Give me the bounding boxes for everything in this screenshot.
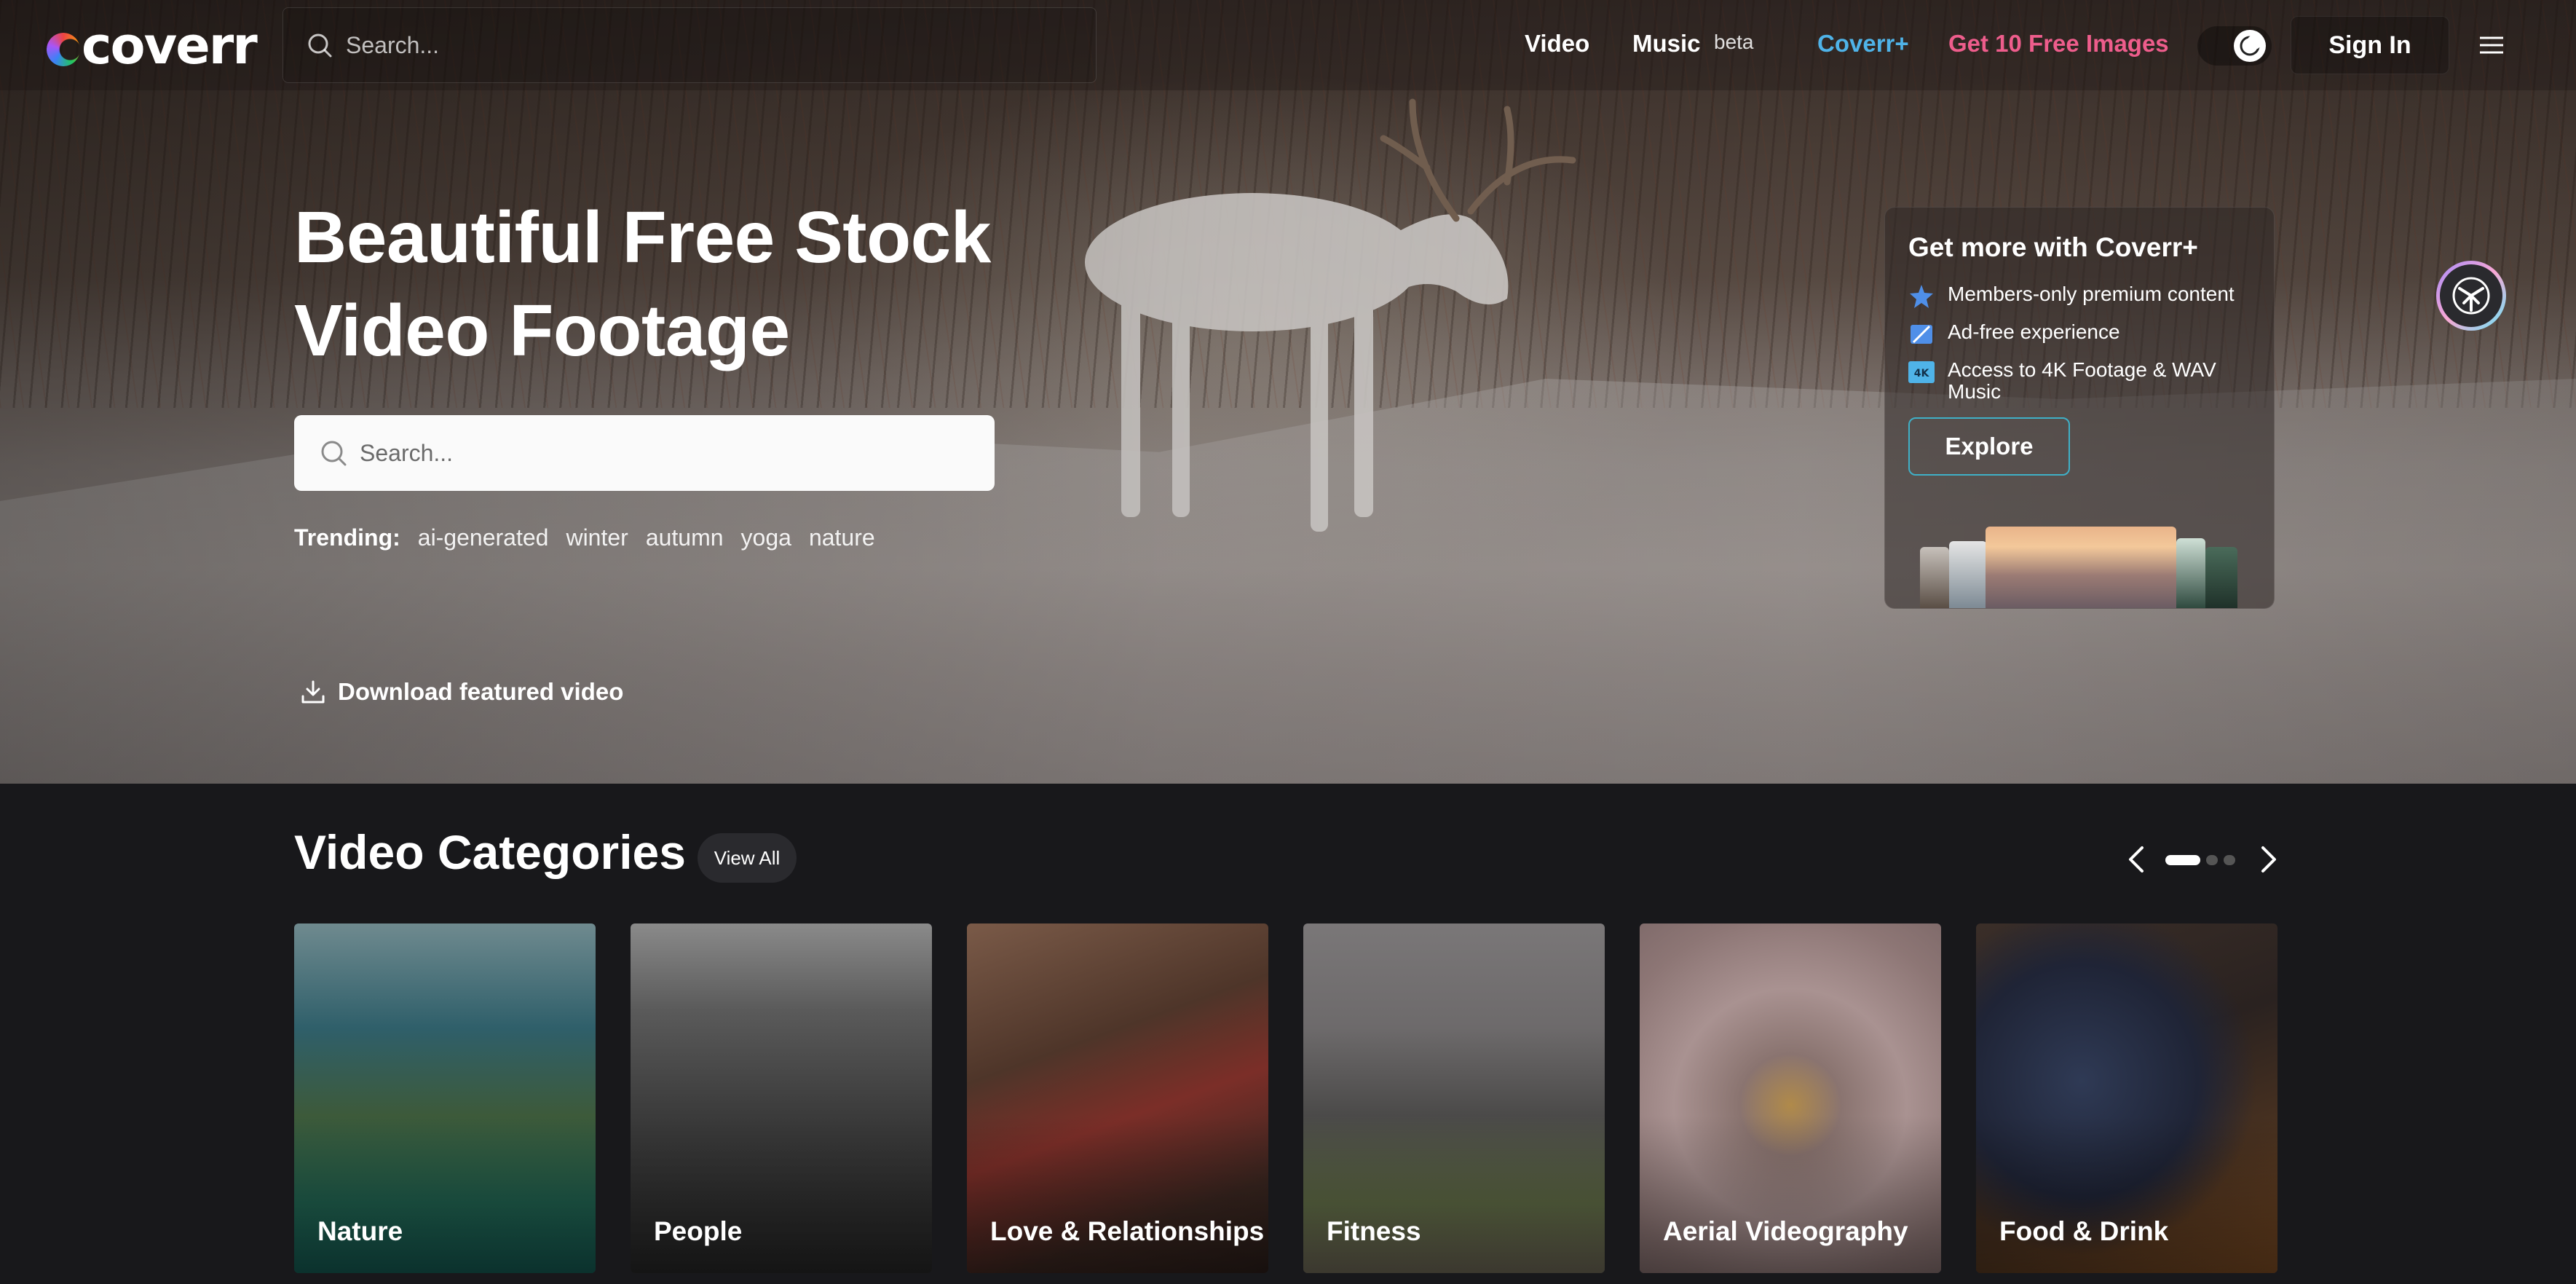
hero-search-placeholder: Search... [360, 439, 454, 466]
trending-tag[interactable]: nature [809, 524, 875, 551]
search-icon [321, 441, 347, 466]
search-icon [308, 34, 332, 58]
category-label: Nature [317, 1216, 403, 1246]
nav-search-input[interactable]: Search... [283, 7, 1097, 83]
download-label: Download featured video [338, 678, 624, 705]
nav-link-music[interactable]: Music [1632, 28, 1701, 60]
trending-tag[interactable]: yoga [741, 524, 791, 551]
category-card-fitness[interactable]: Fitness [1303, 923, 1605, 1273]
category-card-people[interactable]: People [631, 923, 932, 1273]
perk-text: Ad-free experience [1948, 320, 2120, 343]
category-card-nature[interactable]: Nature [294, 923, 596, 1273]
top-navbar: coverr Search... Video Music beta Coverr… [0, 0, 2576, 90]
view-all-button[interactable]: View All [698, 833, 797, 883]
hero-search-input[interactable]: Search... [294, 415, 995, 491]
video-categories-title: Video Categories [294, 825, 686, 879]
trending-tags: Trending: ai-generated winter autumn yog… [294, 524, 875, 551]
carousel-dot[interactable] [2224, 855, 2235, 865]
category-label: People [654, 1216, 743, 1246]
perk-text: Members-only premium content [1948, 283, 2235, 305]
category-label: Aerial Videography [1663, 1216, 1908, 1246]
trending-tag[interactable]: ai-generated [418, 524, 549, 551]
category-label: Love & Relationships [990, 1216, 1265, 1246]
beta-badge: beta [1714, 31, 1754, 53]
nav-link-video[interactable]: Video [1525, 28, 1589, 60]
star-badge-icon [1908, 283, 1935, 310]
carousel-controls [2126, 843, 2279, 875]
category-label: Food & Drink [1999, 1216, 2169, 1246]
4k-icon: 4K [1908, 359, 1935, 385]
nav-link-free-images[interactable]: Get 10 Free Images [1948, 28, 2169, 60]
floating-assistant-badge[interactable] [2436, 261, 2506, 331]
nav-search-placeholder: Search... [346, 31, 440, 58]
perk-item: 4K Access to 4K Footage & WAV Music [1908, 359, 2251, 403]
moon-icon [2234, 30, 2266, 62]
coverr-plus-card: Get more with Coverr+ Members-only premi… [1884, 207, 2275, 609]
assistant-logo-icon [2452, 277, 2490, 315]
hero-title-line-2: Video Footage [294, 290, 790, 371]
preview-thumbnails [1920, 527, 2240, 608]
category-cards: Nature People Love & Relationships Fitne… [294, 923, 2277, 1273]
nav-link-coverr-plus[interactable]: Coverr+ [1817, 28, 1909, 60]
carousel-pagination [2165, 855, 2235, 865]
no-ads-icon [1908, 321, 1935, 347]
carousel-dot-active[interactable] [2165, 855, 2200, 865]
category-label: Fitness [1327, 1216, 1421, 1246]
explore-button[interactable]: Explore [1908, 417, 2070, 476]
coverr-logo[interactable]: coverr [47, 13, 258, 79]
perk-item: Ad-free experience [1908, 321, 2251, 347]
theme-toggle[interactable] [2197, 26, 2272, 66]
category-card-food-drink[interactable]: Food & Drink [1976, 923, 2277, 1273]
hero-title: Beautiful Free Stock Video Footage [294, 191, 1095, 377]
category-card-love-relationships[interactable]: Love & Relationships [967, 923, 1268, 1273]
svg-text:4K: 4K [1914, 368, 1930, 379]
logo-rainbow-mark [47, 33, 80, 66]
category-card-aerial-videography[interactable]: Aerial Videography [1640, 923, 1941, 1273]
perk-text: Access to 4K Footage & WAV Music [1948, 358, 2216, 403]
perk-item: Members-only premium content [1908, 283, 2251, 310]
hero-title-line-1: Beautiful Free Stock [294, 197, 991, 278]
trending-tag[interactable]: winter [566, 524, 628, 551]
hamburger-menu-icon[interactable] [2478, 32, 2505, 58]
download-featured-video-button[interactable]: Download featured video [299, 677, 623, 706]
chevron-right-icon[interactable] [2257, 843, 2279, 875]
coverr-plus-card-title: Get more with Coverr+ [1908, 232, 2198, 262]
chevron-left-icon[interactable] [2126, 843, 2148, 875]
trending-tag[interactable]: autumn [646, 524, 724, 551]
trending-label: Trending: [294, 524, 400, 551]
carousel-dot[interactable] [2206, 855, 2218, 865]
download-icon [301, 680, 325, 704]
sign-in-button[interactable]: Sign In [2291, 16, 2449, 74]
